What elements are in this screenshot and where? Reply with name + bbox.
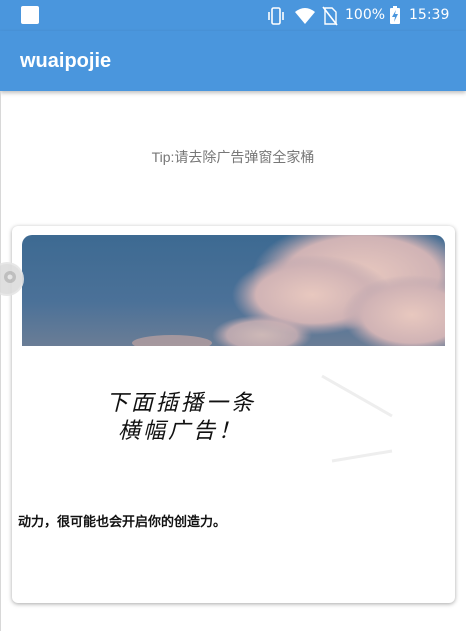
status-time: 15:39 — [409, 7, 450, 23]
no-sim-icon — [322, 6, 338, 26]
handwriting-line-2: 横幅广告！ — [118, 419, 244, 444]
handwritten-banner-text: 下面插播一条 横幅广告！ — [106, 390, 256, 446]
app-title: wuaipojie — [20, 50, 112, 72]
battery-percent: 100% — [345, 7, 386, 23]
app-notification-icon — [21, 6, 39, 24]
left-edge-divider — [0, 91, 1, 631]
status-bar: x 100% 15:39 — [0, 0, 466, 31]
handwriting-line-1: 下面插播一条 — [106, 391, 257, 416]
assistant-bubble-icon[interactable] — [0, 262, 24, 296]
tip-text: Tip:请去除广告弹窗全家桶 — [151, 149, 315, 165]
vibrate-icon — [268, 7, 284, 25]
card-body-text: 动力，很可能也会开启你的创造力。 — [18, 515, 227, 530]
wifi-icon: x — [295, 8, 315, 26]
ad-card[interactable]: 下面插播一条 横幅广告！ 动力，很可能也会开启你的创造力。 — [12, 226, 455, 603]
night-sky-moon-clouds-image — [22, 235, 445, 346]
svg-text:x: x — [308, 19, 312, 26]
app-bar: wuaipojie — [0, 31, 466, 91]
decorative-light-streaks — [321, 374, 393, 463]
battery-charging-icon — [390, 6, 400, 24]
